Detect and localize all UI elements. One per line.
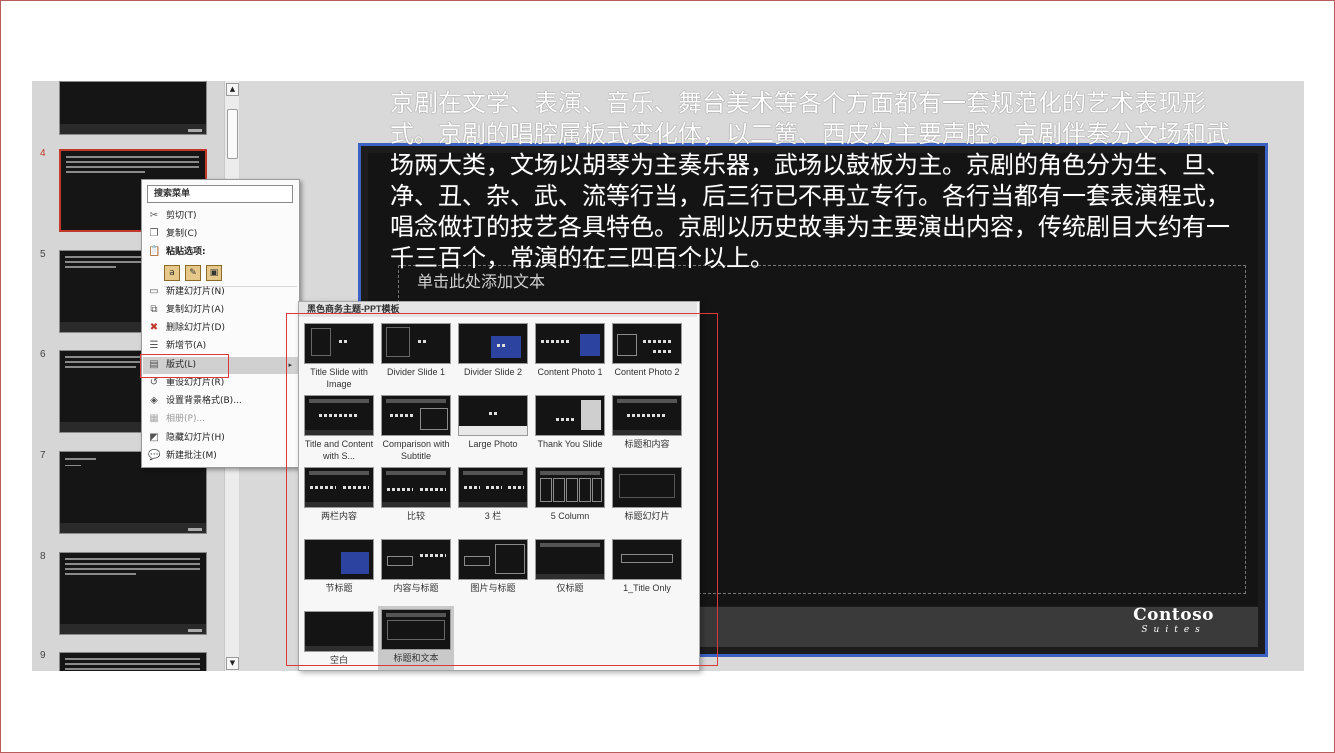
menu-label-delete-slide: 删除幻灯片(D) <box>166 323 225 333</box>
menu-item-duplicate-slide[interactable]: ⧉ 复制幻灯片(A) <box>143 302 298 319</box>
slide-number-9: 9 <box>40 650 46 661</box>
thumbnail-text-line <box>65 266 116 268</box>
menu-item-new-section[interactable]: ☰ 新增节(A) <box>143 338 298 355</box>
scroll-thumb[interactable] <box>227 109 238 159</box>
scroll-down-button[interactable]: ▼ <box>226 657 239 670</box>
menu-label-format-background: 设置背景格式(B)... <box>166 396 242 406</box>
scroll-up-button[interactable]: ▲ <box>226 83 239 96</box>
thumbnail-text-line <box>65 663 200 665</box>
comment-icon: 💬 <box>148 450 161 461</box>
menu-item-delete-slide[interactable]: ✖ 删除幻灯片(D) <box>143 320 298 337</box>
hide-slide-icon: ◩ <box>149 432 159 443</box>
menu-item-format-background[interactable]: ◈ 设置背景格式(B)... <box>143 393 298 410</box>
slide-thumbnail-3[interactable] <box>59 81 207 135</box>
menu-item-new-slide[interactable]: ▭ 新建幻灯片(N) <box>143 284 298 301</box>
thumbnail-text-line <box>66 166 199 168</box>
menu-item-new-comment[interactable]: 💬 新建批注(M) <box>143 448 298 465</box>
logo-main-text: Contoso <box>1133 605 1214 625</box>
thumbnail-footer <box>60 624 206 634</box>
thumbnail-text-line <box>65 465 81 466</box>
menu-item-copy[interactable]: ❐ 复制(C) <box>143 226 298 243</box>
menu-item-cut[interactable]: ✂ 剪切(T) <box>143 208 298 225</box>
slide-number-7: 7 <box>40 450 46 461</box>
thumbnail-text-line <box>65 366 136 368</box>
menu-label-duplicate-slide: 复制幻灯片(A) <box>166 305 225 315</box>
paste-use-destination-theme-icon[interactable]: a <box>164 265 180 281</box>
thumbnail-text-line <box>65 658 200 660</box>
menu-label-paste-options: 粘贴选项: <box>166 247 206 257</box>
thumbnail-text-line <box>66 171 145 173</box>
new-slide-icon: ▭ <box>149 286 159 297</box>
menu-item-hide-slide[interactable]: ◩ 隐藏幻灯片(H) <box>143 430 298 447</box>
paste-options-row: a ✎ ▣ <box>164 265 227 285</box>
thumbnail-text-line <box>65 668 200 670</box>
slide-thumbnail-8[interactable] <box>59 552 207 635</box>
menu-label-reset-slide: 重设幻灯片(R) <box>166 378 225 388</box>
search-menu-input[interactable]: 搜索菜单 <box>147 185 293 203</box>
duplicate-slide-icon: ⧉ <box>150 304 158 315</box>
menu-item-photo-album: ▦ 相册(P)... <box>143 411 298 428</box>
contoso-logo: Contoso Suites <box>1133 605 1214 636</box>
slide-number-6: 6 <box>40 349 46 360</box>
layout-menu-highlight-box <box>140 354 229 378</box>
menu-label-hide-slide: 隐藏幻灯片(H) <box>166 433 225 443</box>
overlay-paragraph: 京剧在文学、表演、音乐、舞台美术等各个方面都有一套规范化的艺术表现形式。京剧的唱… <box>390 89 1230 272</box>
thumbnail-text-line <box>66 161 199 163</box>
menu-label-new-comment: 新建批注(M) <box>166 451 217 461</box>
thumbnail-footer <box>60 523 206 533</box>
menu-label-new-slide[interactable]: 新建幻灯片(N) <box>166 287 225 297</box>
menu-label-copy: 复制(C) <box>166 229 198 239</box>
delete-slide-icon: ✖ <box>149 322 159 333</box>
copy-icon: ❐ <box>149 228 159 239</box>
thumbnail-text-line <box>65 458 96 460</box>
context-menu: 搜索菜单 ✂ 剪切(T) ❐ 复制(C) 📋 粘贴选项: a ✎ ▣ ▭ 新建幻灯片… <box>141 179 300 468</box>
photo-album-icon: ▦ <box>149 413 159 424</box>
slide-thumbnail-9[interactable] <box>59 652 207 671</box>
menu-label-cut: 剪切(T) <box>166 211 197 221</box>
thumbnail-text-line <box>65 573 136 575</box>
paste-keep-formatting-icon[interactable]: ✎ <box>185 265 201 281</box>
slide-number-5: 5 <box>40 249 46 260</box>
thumbnail-text-line <box>65 568 200 570</box>
thumbnail-text-line <box>65 558 200 560</box>
scissors-icon: ✂ <box>149 210 159 221</box>
paste-picture-icon[interactable]: ▣ <box>206 265 222 281</box>
format-background-icon: ◈ <box>150 395 158 406</box>
menu-label-new-section: 新增节(A) <box>166 341 207 351</box>
thumbnail-logo <box>188 129 202 132</box>
layout-gallery-highlight-box <box>286 313 718 666</box>
reset-slide-icon: ↺ <box>149 377 159 388</box>
slide-number-8: 8 <box>40 551 46 562</box>
menu-label-photo-album: 相册(P)... <box>166 414 206 424</box>
thumbnail-footer <box>60 124 206 134</box>
menu-item-paste-options: 📋 粘贴选项: <box>143 244 298 261</box>
thumbnail-text-line <box>65 563 200 565</box>
thumbnail-logo <box>188 629 202 632</box>
logo-sub-text: Suites <box>1141 625 1206 635</box>
thumbnail-text-line <box>66 156 199 158</box>
section-icon: ☰ <box>149 340 159 351</box>
clipboard-icon: 📋 <box>148 246 161 257</box>
slide-number-4: 4 <box>40 148 46 159</box>
thumbnail-logo <box>188 528 202 531</box>
